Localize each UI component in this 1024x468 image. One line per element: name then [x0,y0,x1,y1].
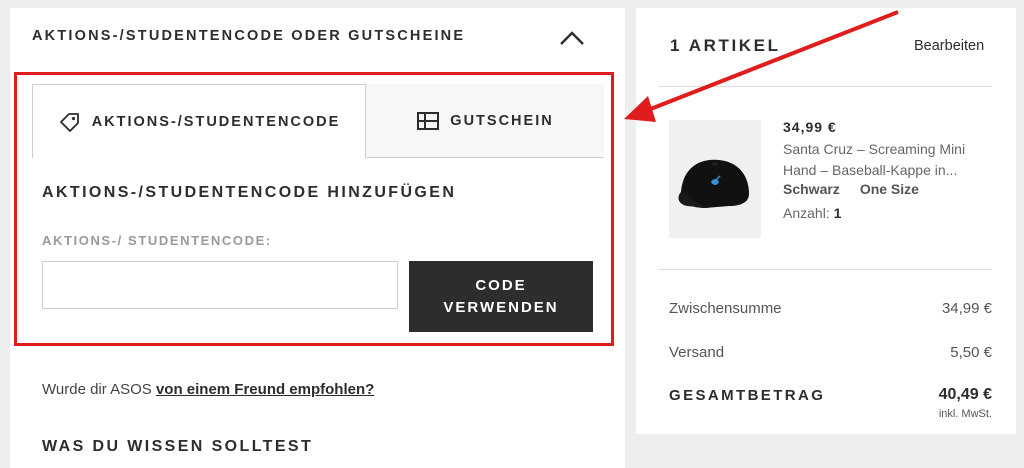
subtotal-value: 34,99 € [941,300,992,317]
item-name-line2: Hand – Baseball-Kappe in... [783,162,958,178]
product-image[interactable] [669,120,761,238]
apply-code-button-line1: CODE [475,276,527,294]
item-size: One Size [859,181,919,197]
apply-code-button-line2: VERWENDEN [443,298,559,316]
referral-link[interactable]: von einem Freund empfohlen? [156,381,374,398]
promo-form-title: AKTIONS-/STUDENTENCODE HINZUFÜGEN [42,184,457,201]
referral-text: Wurde dir ASOS von einem Freund empfohle… [42,381,374,398]
subtotal-label: Zwischensumme [669,300,782,317]
tab-promo-code[interactable]: AKTIONS-/STUDENTENCODE [32,84,366,158]
shipping-label: Versand [669,344,725,361]
item-quantity: Anzahl: 1 [783,205,841,221]
divider [658,269,992,270]
promo-code-label: AKTIONS-/ STUDENTENCODE: [42,233,272,248]
total-value: 40,49 € [938,386,992,403]
tab-promo-code-label: AKTIONS-/STUDENTENCODE [91,113,341,130]
item-name[interactable]: Santa Cruz – Screaming Mini Hand – Baseb… [783,139,983,181]
tab-voucher-label: GUTSCHEIN [450,112,554,129]
edit-bag-link[interactable]: Bearbeiten [914,38,984,54]
item-attributes: Schwarz One Size [783,181,939,197]
item-quantity-value: 1 [833,205,842,221]
bag-item-count: 1 ARTIKEL [670,36,781,55]
item-color: Schwarz [783,181,840,197]
tab-voucher[interactable]: GUTSCHEIN [366,84,604,158]
chevron-up-icon[interactable] [558,28,586,48]
tag-icon [58,110,82,134]
apply-code-button[interactable]: CODE VERWENDEN [409,261,593,332]
promo-code-input[interactable] [42,261,398,309]
voucher-card-icon [416,109,440,133]
divider [658,86,992,87]
referral-prefix: Wurde dir ASOS [42,381,152,398]
total-label: GESAMTBETRAG [669,387,826,404]
item-quantity-label: Anzahl: [783,205,830,221]
item-price: 34,99 € [783,119,837,135]
item-name-line1: Santa Cruz – Screaming Mini [783,141,966,157]
promo-section-title: AKTIONS-/STUDENTENCODE ODER GUTSCHEINE [32,28,466,44]
tax-note: inkl. MwSt. [938,408,992,420]
shipping-value: 5,50 € [950,344,992,361]
info-title: WAS DU WISSEN SOLLTEST [42,438,314,455]
